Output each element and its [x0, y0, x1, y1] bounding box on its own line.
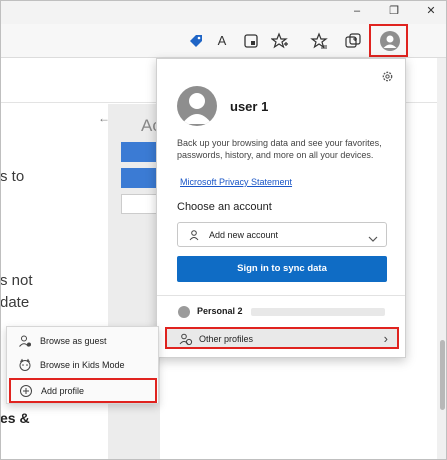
read-aloud-icon[interactable]: A [213, 32, 231, 50]
favorites-icon[interactable] [310, 32, 328, 50]
guest-icon [18, 334, 32, 348]
collections-icon[interactable] [344, 32, 362, 50]
page-bold-fragment: es & [0, 410, 30, 426]
browse-kids-mode-label: Browse in Kids Mode [40, 360, 125, 370]
tab-icon[interactable] [242, 32, 260, 50]
read-aloud-letter: A [217, 33, 227, 48]
personal-2-avatar [178, 306, 190, 318]
minimize-button[interactable]: – [349, 4, 365, 18]
privacy-statement-link[interactable]: Microsoft Privacy Statement [180, 177, 292, 187]
person-icon [188, 228, 200, 241]
settings-gear-icon[interactable] [381, 70, 394, 83]
other-profiles-menu: Browse as guest Browse in Kids Mode Add … [6, 326, 159, 404]
add-circle-icon [19, 384, 33, 398]
page-button-3[interactable] [121, 194, 157, 214]
add-new-account-label: Add new account [209, 230, 279, 240]
personal-2-label[interactable]: Personal 2 [197, 306, 243, 316]
kids-mode-icon [18, 358, 32, 372]
sign-in-sync-button[interactable]: Sign in to sync data [177, 256, 387, 282]
chevron-right-icon: › [383, 331, 388, 346]
page-button-2[interactable] [121, 168, 157, 188]
backup-description: Back up your browsing data and see your … [177, 138, 382, 160]
user-name: user 1 [230, 99, 269, 114]
page-text-fragment: s not [0, 272, 33, 289]
other-profiles-button[interactable]: Other profiles › [165, 327, 399, 349]
other-profiles-label: Other profiles [199, 334, 254, 344]
restore-button[interactable]: ❐ [386, 4, 402, 18]
page-button-1[interactable] [121, 142, 157, 162]
browse-as-guest-label: Browse as guest [40, 336, 107, 346]
profiles-icon [179, 332, 193, 346]
divider [157, 295, 405, 296]
add-profile-label: Add profile [41, 386, 85, 396]
profile-popup: user 1 Back up your browsing data and se… [156, 58, 406, 358]
menu-item-add-profile[interactable]: Add profile [9, 378, 157, 403]
title-bar: – ❐ ✕ [0, 0, 447, 24]
page-text-fragment: s to [0, 168, 25, 185]
menu-item-kids-mode[interactable]: Browse in Kids Mode [7, 353, 158, 377]
add-new-account-dropdown[interactable]: Add new account [177, 222, 387, 247]
choose-account-label: Choose an account [177, 201, 272, 213]
back-arrow-icon[interactable]: ← [98, 111, 110, 125]
menu-item-browse-as-guest[interactable]: Browse as guest [7, 329, 158, 353]
scrollbar[interactable] [437, 58, 447, 460]
scrollbar-thumb[interactable] [440, 340, 445, 410]
chevron-down-icon [368, 230, 378, 242]
blurred-email [251, 308, 385, 316]
tag-icon[interactable] [187, 32, 205, 50]
profile-button-highlight [369, 24, 408, 57]
page-text-fragment: date [0, 294, 30, 311]
close-button[interactable]: ✕ [423, 4, 439, 18]
favorites-add-icon[interactable] [271, 32, 289, 50]
avatar [177, 86, 217, 126]
